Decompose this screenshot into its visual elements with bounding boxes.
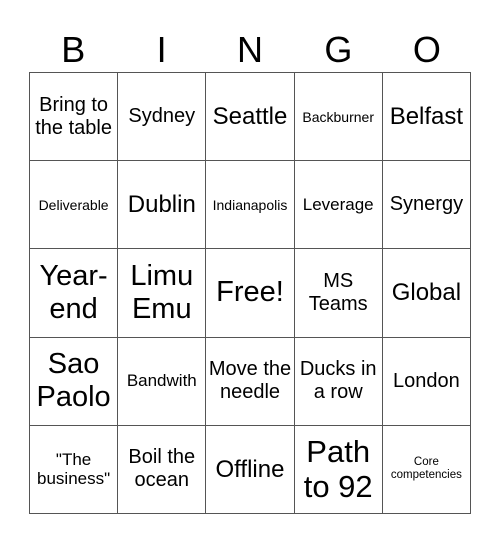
bingo-cell[interactable]: Indianapolis (206, 161, 295, 250)
bingo-cell[interactable]: MS Teams (294, 249, 383, 338)
bingo-cell[interactable]: Backburner (294, 73, 383, 162)
bingo-cell[interactable]: London (382, 337, 471, 426)
bingo-cell[interactable]: Boil the ocean (118, 425, 207, 514)
bingo-cell[interactable]: Year-end (30, 249, 119, 338)
bingo-cell[interactable]: Sydney (118, 73, 207, 162)
bingo-cell[interactable]: Seattle (206, 73, 295, 162)
bingo-cell[interactable]: Offline (206, 425, 295, 514)
free-space-cell[interactable]: Free! (206, 249, 295, 338)
header-letter-i: I (156, 29, 167, 70)
bingo-cell[interactable]: "The business" (30, 425, 119, 514)
bingo-cell[interactable]: Ducks in a row (294, 337, 383, 426)
bingo-cell[interactable]: Move the needle (206, 337, 295, 426)
bingo-cell[interactable]: Dublin (118, 161, 207, 250)
bingo-cell[interactable]: Sao Paolo (30, 337, 119, 426)
bingo-cell[interactable]: Limu Emu (118, 249, 207, 338)
header-letter-o: O (412, 29, 441, 70)
header-letter-b: B (61, 29, 86, 70)
bingo-header: B I N G O (29, 28, 471, 72)
bingo-cell[interactable]: Leverage (294, 161, 383, 250)
bingo-cell[interactable]: Deliverable (30, 161, 119, 250)
bingo-cell[interactable]: Bring to the table (30, 73, 119, 162)
bingo-grid: Bring to the table Sydney Seattle Backbu… (29, 72, 471, 514)
bingo-cell[interactable]: Core competencies (382, 425, 471, 514)
bingo-cell[interactable]: Path to 92 (294, 425, 383, 514)
bingo-cell[interactable]: Global (382, 249, 471, 338)
bingo-cell[interactable]: Belfast (382, 73, 471, 162)
header-letter-g: G (324, 29, 353, 70)
bingo-cell[interactable]: Synergy (382, 161, 471, 250)
header-letter-n: N (237, 29, 264, 70)
bingo-cell[interactable]: Bandwith (118, 337, 207, 426)
